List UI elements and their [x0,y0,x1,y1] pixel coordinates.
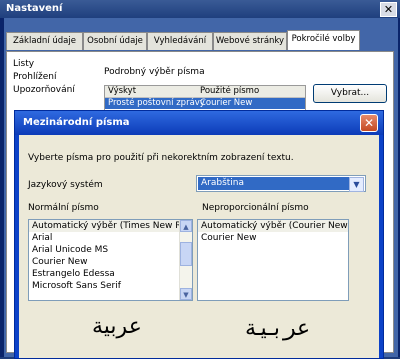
tab-personal[interactable]: Osobní údaje [83,32,147,50]
scroll-down-icon[interactable]: ▼ [180,288,192,300]
scroll-up-icon[interactable]: ▲ [180,220,192,232]
tab-advanced[interactable]: Pokročilé volby [287,30,360,50]
table-cell-occurrence: Prosté poštovní zprávy [108,98,205,108]
monospace-font-list[interactable]: Automatický výběr (Courier New) Courier … [197,219,349,301]
list-item[interactable]: Courier New [29,256,192,268]
chevron-down-icon[interactable]: ▼ [349,177,364,192]
monospace-font-sample: عربية [244,316,311,341]
table-cell-font: Courier New [200,98,253,108]
tab-search[interactable]: Vyhledávání [147,32,213,50]
column-header-font: Použité písmo [200,86,260,96]
normal-font-label: Normální písmo [28,203,99,213]
list-item[interactable]: Estrangelo Edessa [29,268,192,280]
side-item-sheets[interactable]: Listy [13,58,75,71]
scroll-thumb[interactable] [180,242,192,266]
settings-side-list: Listy Prohlížení Upozorňování [13,58,75,97]
side-item-notifications[interactable]: Upozorňování [13,84,75,97]
side-item-browsing[interactable]: Prohlížení [13,71,75,84]
dialog-instruction: Vyberte písma pro použití při nekorektní… [28,153,294,163]
list-item[interactable]: Automatický výběr (Courier New) [198,220,348,232]
settings-close-button[interactable]: ✕ [380,2,397,17]
settings-title-bar: Nastavení ✕ [0,0,400,18]
table-header: Výskyt Použité písmo [105,86,305,98]
dialog-title: Mezinárodní písma [23,117,130,128]
monospace-font-label: Neproporcionální písmo [202,203,309,213]
font-section-label: Podrobný výběr písma [104,67,205,77]
language-system-value: Arabština [198,177,349,190]
language-system-select[interactable]: Arabština ▼ [196,175,366,192]
list-item[interactable]: Microsoft Sans Serif [29,280,192,292]
dialog-close-button[interactable]: ✕ [360,114,378,132]
tab-web[interactable]: Webové stránky [213,32,287,50]
tab-basic[interactable]: Základní údaje [6,32,83,50]
normal-font-list[interactable]: Automatický výběr (Times New R... Arial … [28,219,193,301]
list-item[interactable]: Automatický výběr (Times New R... [29,220,192,232]
column-header-occurrence: Výskyt [108,86,137,96]
language-system-label: Jazykový systém [28,180,103,190]
choose-font-button[interactable]: Vybrat... [313,84,387,103]
font-usage-table: Výskyt Použité písmo Prosté poštovní zpr… [104,85,306,111]
table-row[interactable]: Prosté poštovní zprávy Courier New [105,98,305,109]
dialog-title-bar: Mezinárodní písma ✕ [15,111,383,135]
list-item[interactable]: Arial Unicode MS [29,244,192,256]
normal-font-scrollbar[interactable]: ▲ ▼ [179,220,192,300]
list-item[interactable]: Arial [29,232,192,244]
settings-title: Nastavení [6,3,63,14]
normal-font-sample: عربية [92,314,142,339]
list-item[interactable]: Courier New [198,232,348,244]
